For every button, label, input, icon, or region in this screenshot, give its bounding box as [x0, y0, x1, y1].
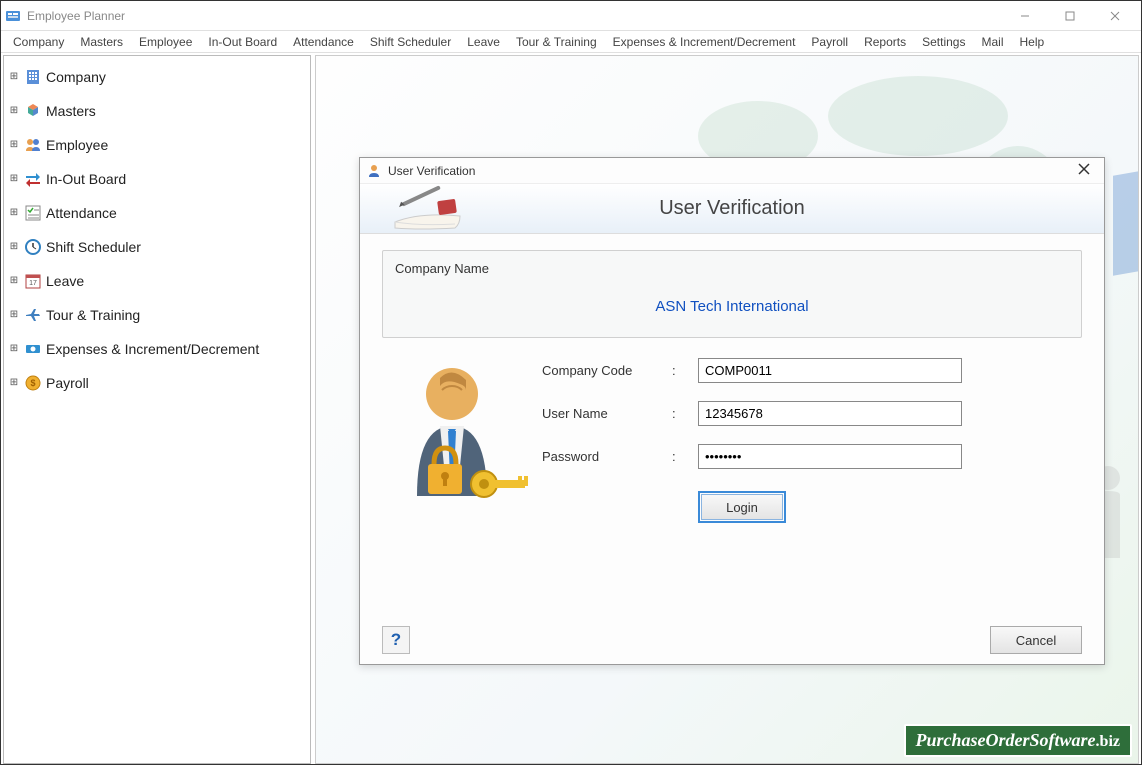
navigation-tree[interactable]: ⊞ Company ⊞ Masters ⊞ Employee ⊞ In-Out …	[3, 55, 311, 764]
menu-shift[interactable]: Shift Scheduler	[362, 33, 459, 51]
cubes-icon	[24, 102, 42, 120]
menu-mail[interactable]: Mail	[973, 33, 1011, 51]
expand-icon[interactable]: ⊞	[8, 139, 20, 151]
dialog-header-title: User Verification	[659, 197, 805, 220]
help-button[interactable]: ?	[382, 626, 410, 654]
arrows-icon	[24, 170, 42, 188]
company-code-label: Company Code	[542, 363, 672, 378]
expand-icon[interactable]: ⊞	[8, 173, 20, 185]
tree-item-label: Company	[46, 69, 106, 85]
expand-icon[interactable]: ⊞	[8, 207, 20, 219]
dialog-close-button[interactable]	[1070, 162, 1098, 179]
tree-item-label: Shift Scheduler	[46, 239, 141, 255]
login-button[interactable]: Login	[701, 494, 783, 520]
menu-leave[interactable]: Leave	[459, 33, 508, 51]
company-name-value: ASN Tech International	[395, 290, 1069, 317]
tree-item-label: Masters	[46, 103, 96, 119]
expand-icon[interactable]: ⊞	[8, 377, 20, 389]
notebook-pen-icon	[360, 184, 490, 234]
colon: :	[672, 449, 698, 464]
clock-icon	[24, 238, 42, 256]
tree-item-label: Expenses & Increment/Decrement	[46, 341, 259, 357]
minimize-button[interactable]	[1002, 2, 1047, 30]
tree-item-leave[interactable]: ⊞ 17 Leave	[6, 264, 308, 298]
tree-item-company[interactable]: ⊞ Company	[6, 60, 308, 94]
login-button-focus-ring: Login	[698, 491, 786, 523]
window-controls	[1002, 2, 1137, 30]
building-icon	[24, 68, 42, 86]
colon: :	[672, 406, 698, 421]
expand-icon[interactable]: ⊞	[8, 275, 20, 287]
menu-inout[interactable]: In-Out Board	[200, 33, 285, 51]
money-icon	[24, 340, 42, 358]
expand-icon[interactable]: ⊞	[8, 343, 20, 355]
expand-icon[interactable]: ⊞	[8, 105, 20, 117]
svg-text:17: 17	[29, 280, 37, 287]
tree-item-inout[interactable]: ⊞ In-Out Board	[6, 162, 308, 196]
calendar-icon: 17	[24, 272, 42, 290]
menu-employee[interactable]: Employee	[131, 33, 200, 51]
tree-item-shift[interactable]: ⊞ Shift Scheduler	[6, 230, 308, 264]
menu-settings[interactable]: Settings	[914, 33, 973, 51]
tree-item-attendance[interactable]: ⊞ Attendance	[6, 196, 308, 230]
watermark-badge: PurchaseOrderSoftware.biz	[904, 724, 1132, 757]
tree-item-label: Tour & Training	[46, 307, 140, 323]
plane-icon	[24, 306, 42, 324]
people-icon	[24, 136, 42, 154]
content-area: User Verification User Verification	[315, 55, 1139, 764]
menu-expenses[interactable]: Expenses & Increment/Decrement	[605, 33, 804, 51]
menu-tour[interactable]: Tour & Training	[508, 33, 605, 51]
username-label: User Name	[542, 406, 672, 421]
user-verification-dialog: User Verification User Verification	[359, 157, 1105, 665]
menu-masters[interactable]: Masters	[72, 33, 131, 51]
watermark-suffix: .biz	[1096, 733, 1120, 750]
username-input[interactable]	[698, 401, 962, 426]
window-titlebar: Employee Planner	[1, 1, 1141, 31]
expand-icon[interactable]: ⊞	[8, 241, 20, 253]
menu-reports[interactable]: Reports	[856, 33, 914, 51]
company-name-group: Company Name ASN Tech International	[382, 250, 1082, 338]
colon: :	[672, 363, 698, 378]
coin-icon: $	[24, 374, 42, 392]
app-icon	[5, 8, 21, 24]
cancel-button[interactable]: Cancel	[990, 626, 1082, 654]
menubar: Company Masters Employee In-Out Board At…	[1, 31, 1141, 53]
tree-item-label: Payroll	[46, 375, 89, 391]
window-title: Employee Planner	[27, 9, 1002, 23]
company-code-input[interactable]	[698, 358, 962, 383]
dialog-header: User Verification	[360, 184, 1104, 234]
maximize-button[interactable]	[1047, 2, 1092, 30]
close-button[interactable]	[1092, 2, 1137, 30]
expand-icon[interactable]: ⊞	[8, 71, 20, 83]
tree-item-employee[interactable]: ⊞ Employee	[6, 128, 308, 162]
tree-item-masters[interactable]: ⊞ Masters	[6, 94, 308, 128]
dialog-titlebar: User Verification	[360, 158, 1104, 184]
dialog-icon	[366, 163, 382, 179]
tree-item-expenses[interactable]: ⊞ Expenses & Increment/Decrement	[6, 332, 308, 366]
company-name-label: Company Name	[395, 261, 1069, 276]
tree-item-label: In-Out Board	[46, 171, 126, 187]
checklist-icon	[24, 204, 42, 222]
menu-payroll[interactable]: Payroll	[803, 33, 856, 51]
dialog-title: User Verification	[388, 164, 1070, 178]
tree-item-label: Leave	[46, 273, 84, 289]
menu-attendance[interactable]: Attendance	[285, 33, 362, 51]
menu-help[interactable]: Help	[1012, 33, 1053, 51]
tree-item-label: Employee	[46, 137, 108, 153]
watermark-main: PurchaseOrderSoftware	[916, 730, 1096, 750]
tree-item-tour[interactable]: ⊞ Tour & Training	[6, 298, 308, 332]
user-avatar-lock-icon	[382, 352, 542, 523]
tree-item-payroll[interactable]: ⊞ $ Payroll	[6, 366, 308, 400]
tree-item-label: Attendance	[46, 205, 117, 221]
password-input[interactable]	[698, 444, 962, 469]
svg-text:$: $	[30, 378, 35, 388]
expand-icon[interactable]: ⊞	[8, 309, 20, 321]
menu-company[interactable]: Company	[5, 33, 72, 51]
password-label: Password	[542, 449, 672, 464]
